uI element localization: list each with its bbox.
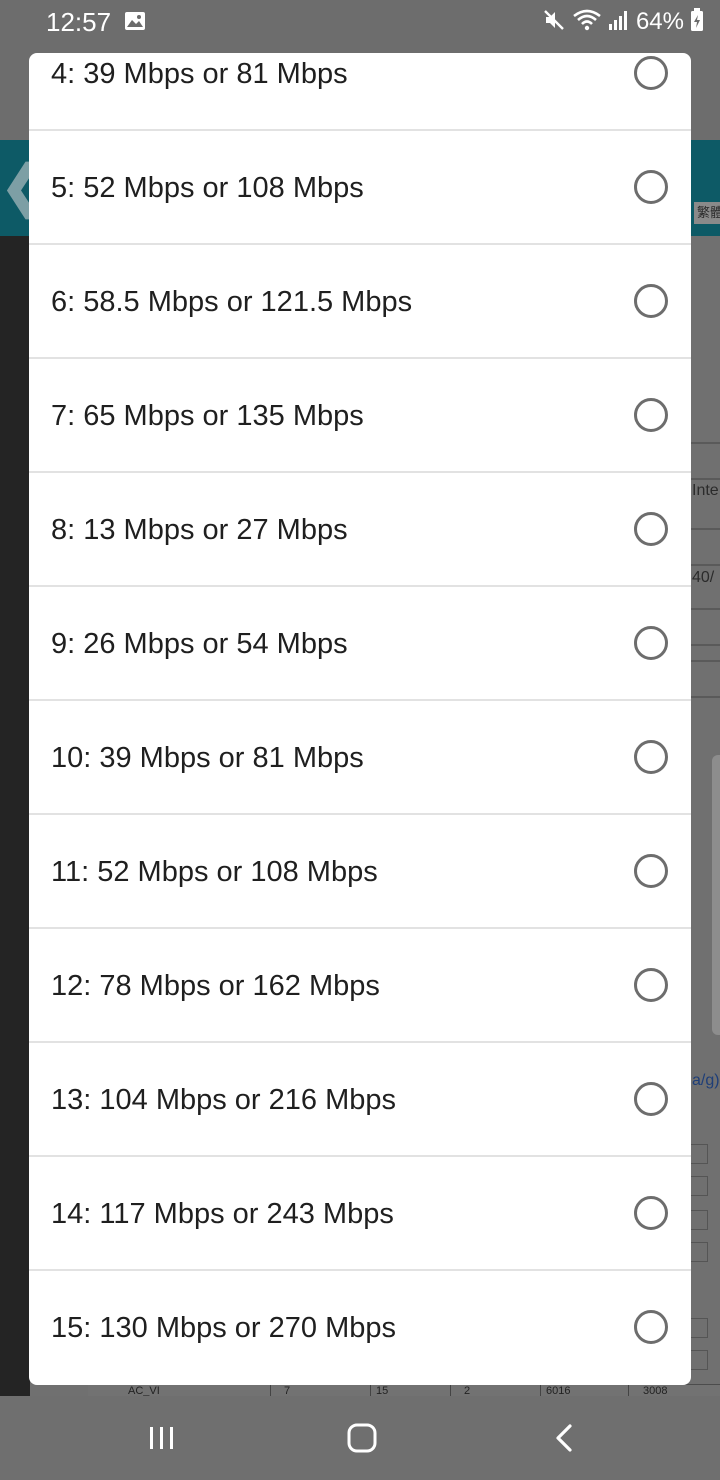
background-field-text: 40/: [692, 569, 715, 586]
gallery-icon: [124, 11, 146, 36]
radio-button[interactable]: [634, 854, 668, 888]
background-left-panel: [0, 236, 30, 1396]
option-label: 12: 78 Mbps or 162 Mbps: [51, 970, 380, 1002]
background-scrollbar: [712, 755, 720, 1035]
option-label: 10: 39 Mbps or 81 Mbps: [51, 742, 364, 774]
background-table-cell: [690, 1242, 708, 1262]
background-language-button: 繁體: [694, 202, 720, 224]
option-item[interactable]: 14: 117 Mbps or 243 Mbps: [29, 1157, 691, 1271]
background-table-cell: [690, 1318, 708, 1338]
option-label: 15: 130 Mbps or 270 Mbps: [51, 1312, 396, 1344]
option-item[interactable]: 8: 13 Mbps or 27 Mbps: [29, 473, 691, 587]
radio-button[interactable]: [634, 1082, 668, 1116]
radio-button[interactable]: [634, 170, 668, 204]
radio-button[interactable]: [634, 56, 668, 90]
radio-button[interactable]: [634, 1196, 668, 1230]
background-field-row: [690, 528, 720, 566]
radio-button[interactable]: [634, 626, 668, 660]
background-table-cell: [690, 1176, 708, 1196]
option-item[interactable]: 11: 52 Mbps or 108 Mbps: [29, 815, 691, 929]
option-label: 11: 52 Mbps or 108 Mbps: [51, 856, 378, 888]
signal-icon: [608, 9, 630, 36]
background-link-text: a/g): [692, 1072, 720, 1089]
option-item[interactable]: 5: 52 Mbps or 108 Mbps: [29, 131, 691, 245]
option-item[interactable]: 12: 78 Mbps or 162 Mbps: [29, 929, 691, 1043]
option-item[interactable]: 10: 39 Mbps or 81 Mbps: [29, 701, 691, 815]
recent-apps-icon[interactable]: [142, 1418, 182, 1458]
background-field-row: [690, 442, 720, 480]
mute-icon: [542, 8, 566, 37]
navigation-bar: [0, 1396, 720, 1480]
option-label: 7: 65 Mbps or 135 Mbps: [51, 400, 364, 432]
option-label: 6: 58.5 Mbps or 121.5 Mbps: [51, 286, 413, 318]
battery-percent: 64%: [635, 8, 684, 35]
background-table-cell: [690, 1210, 708, 1230]
option-label: 4: 39 Mbps or 81 Mbps: [51, 58, 348, 90]
background-field-row: [690, 608, 720, 646]
background-field-row: [690, 660, 720, 698]
background-table-cell: [690, 1350, 708, 1370]
radio-button[interactable]: [634, 740, 668, 774]
option-item[interactable]: 7: 65 Mbps or 135 Mbps: [29, 359, 691, 473]
mcs-selection-dialog: 4: 39 Mbps or 81 Mbps 5: 52 Mbps or 108 …: [29, 53, 691, 1385]
radio-button[interactable]: [634, 284, 668, 318]
back-icon[interactable]: [544, 1418, 584, 1458]
option-item[interactable]: 9: 26 Mbps or 54 Mbps: [29, 587, 691, 701]
background-table-cell: [690, 1144, 708, 1164]
home-icon[interactable]: [342, 1418, 382, 1458]
option-label: 8: 13 Mbps or 27 Mbps: [51, 514, 348, 546]
option-item[interactable]: 4: 39 Mbps or 81 Mbps: [29, 53, 691, 131]
status-time: 12:57: [46, 7, 112, 37]
option-label: 5: 52 Mbps or 108 Mbps: [51, 172, 364, 204]
status-bar: 12:57 64%: [0, 0, 720, 44]
option-label: 14: 117 Mbps or 243 Mbps: [51, 1198, 394, 1230]
option-item[interactable]: 13: 104 Mbps or 216 Mbps: [29, 1043, 691, 1157]
battery-icon: [690, 7, 704, 37]
background-field-text: Inte: [692, 482, 719, 499]
option-item[interactable]: 6: 58.5 Mbps or 121.5 Mbps: [29, 245, 691, 359]
option-item[interactable]: 15: 130 Mbps or 270 Mbps: [29, 1271, 691, 1385]
radio-button[interactable]: [634, 398, 668, 432]
radio-button[interactable]: [634, 1310, 668, 1344]
option-label: 9: 26 Mbps or 54 Mbps: [51, 628, 348, 660]
wifi-icon: [572, 8, 602, 37]
radio-button[interactable]: [634, 968, 668, 1002]
status-icons: 64%: [542, 6, 704, 38]
radio-button[interactable]: [634, 512, 668, 546]
options-list: 4: 39 Mbps or 81 Mbps 5: 52 Mbps or 108 …: [29, 53, 691, 1385]
option-label: 13: 104 Mbps or 216 Mbps: [51, 1084, 396, 1116]
